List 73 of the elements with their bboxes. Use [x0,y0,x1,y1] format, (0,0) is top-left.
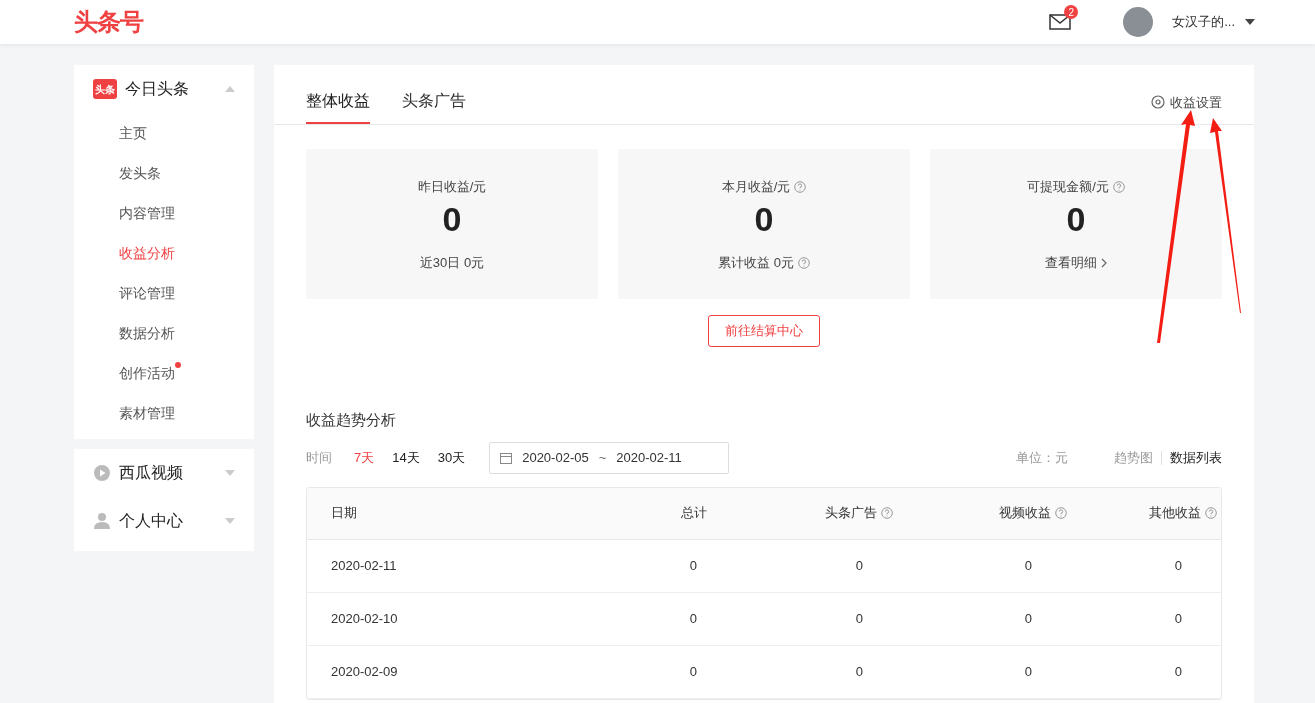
column-header: 头条广告 [825,504,877,523]
stat-footer: 累计收益 0元 [718,253,794,273]
table-cell-text: 0 [1174,662,1182,681]
help-icon[interactable] [797,256,810,269]
sidebar-item[interactable]: 发头条 [119,162,161,184]
mail-icon[interactable] [1049,14,1072,30]
table-cell-text: 0 [855,662,863,681]
column-header: 其他收益 [1149,504,1201,523]
calendar-icon [500,451,513,464]
table-cell-text: 0 [689,556,697,575]
stat-value: 0 [754,199,774,239]
stat-footer: 近30日 0元 [419,253,485,273]
user-name[interactable]: 女汉子的... [1172,12,1235,32]
view-toggle[interactable]: 数据列表 [1170,447,1222,468]
sidebar-item[interactable]: 素材管理 [119,402,175,424]
help-icon[interactable] [794,181,807,193]
help-icon[interactable] [1055,507,1067,519]
message-count-badge: 2 [1064,5,1079,19]
chevron-right-icon[interactable] [1101,257,1107,268]
sidebar-item[interactable]: 主页 [119,122,147,144]
settings-icon[interactable] [1151,95,1165,110]
table-cell-text: 2020-02-11 [331,556,397,575]
tab[interactable]: 整体收益 [306,89,370,124]
table-cell-text: 0 [689,609,697,628]
stat-value: 0 [1066,199,1086,239]
stat-label: 可提现金额/元 [1027,178,1109,197]
details-link[interactable]: 查看明细 [1045,253,1097,273]
table-cell-text: 2020-02-10 [331,609,398,628]
person-icon [93,512,111,530]
unit-label: 单位：元 [1016,448,1068,467]
date-range-field[interactable]: 2020-02-05 ~ 2020-02-11 [489,441,730,474]
collapse-caret-icon[interactable] [225,86,235,92]
column-header: 日期 [331,504,357,523]
table-cell-text: 0 [1024,662,1032,681]
sidebar-item[interactable]: 数据分析 [119,322,175,344]
table-cell-text: 0 [1024,556,1032,575]
help-icon[interactable] [1205,507,1217,519]
stat-value: 0 [442,199,462,239]
column-header: 视频收益 [999,504,1051,523]
sidebar-item[interactable]: 内容管理 [119,202,175,224]
section-title: 收益趋势分析 [306,410,396,430]
range-option[interactable]: 14天 [392,447,420,468]
stat-label: 本月收益/元 [721,178,791,197]
help-icon[interactable] [1112,181,1125,193]
table-cell-text: 0 [855,556,863,575]
logo[interactable]: 头条号 [74,4,143,40]
sidebar-item[interactable]: 收益分析 [119,242,175,264]
help-icon[interactable] [881,507,893,519]
caret-icon[interactable] [1245,19,1255,25]
sidebar-item[interactable]: 评论管理 [119,282,175,304]
sidebar-group-title[interactable]: 今日头条 [125,77,189,101]
table-cell-text: 0 [689,662,697,681]
range-option[interactable]: 30天 [437,447,466,468]
table-cell-text: 0 [1174,556,1182,575]
sidebar-group-title[interactable]: 个人中心 [119,509,183,533]
settlement-center-button[interactable]: 前往结算中心 [708,315,820,347]
tab[interactable]: 头条广告 [402,89,466,124]
stat-label: 昨日收益/元 [417,178,487,197]
sidebar-group-title[interactable]: 西瓜视频 [119,461,183,485]
toutiao-logo-icon: 头条 [93,79,117,99]
settings-link[interactable]: 收益设置 [1151,92,1222,124]
table-cell-text: 0 [855,609,863,628]
video-icon [93,464,111,482]
expand-caret-icon[interactable] [225,470,235,476]
expand-caret-icon[interactable] [225,518,235,524]
time-label: 时间 [306,448,332,467]
range-option[interactable]: 7天 [354,447,375,468]
table-cell-text: 2020-02-09 [331,662,398,681]
avatar[interactable] [1123,7,1154,37]
column-header: 总计 [681,504,707,523]
sidebar-item[interactable]: 创作活动 [119,362,175,384]
table-cell-text: 0 [1024,609,1032,628]
table-cell-text: 0 [1174,609,1182,628]
